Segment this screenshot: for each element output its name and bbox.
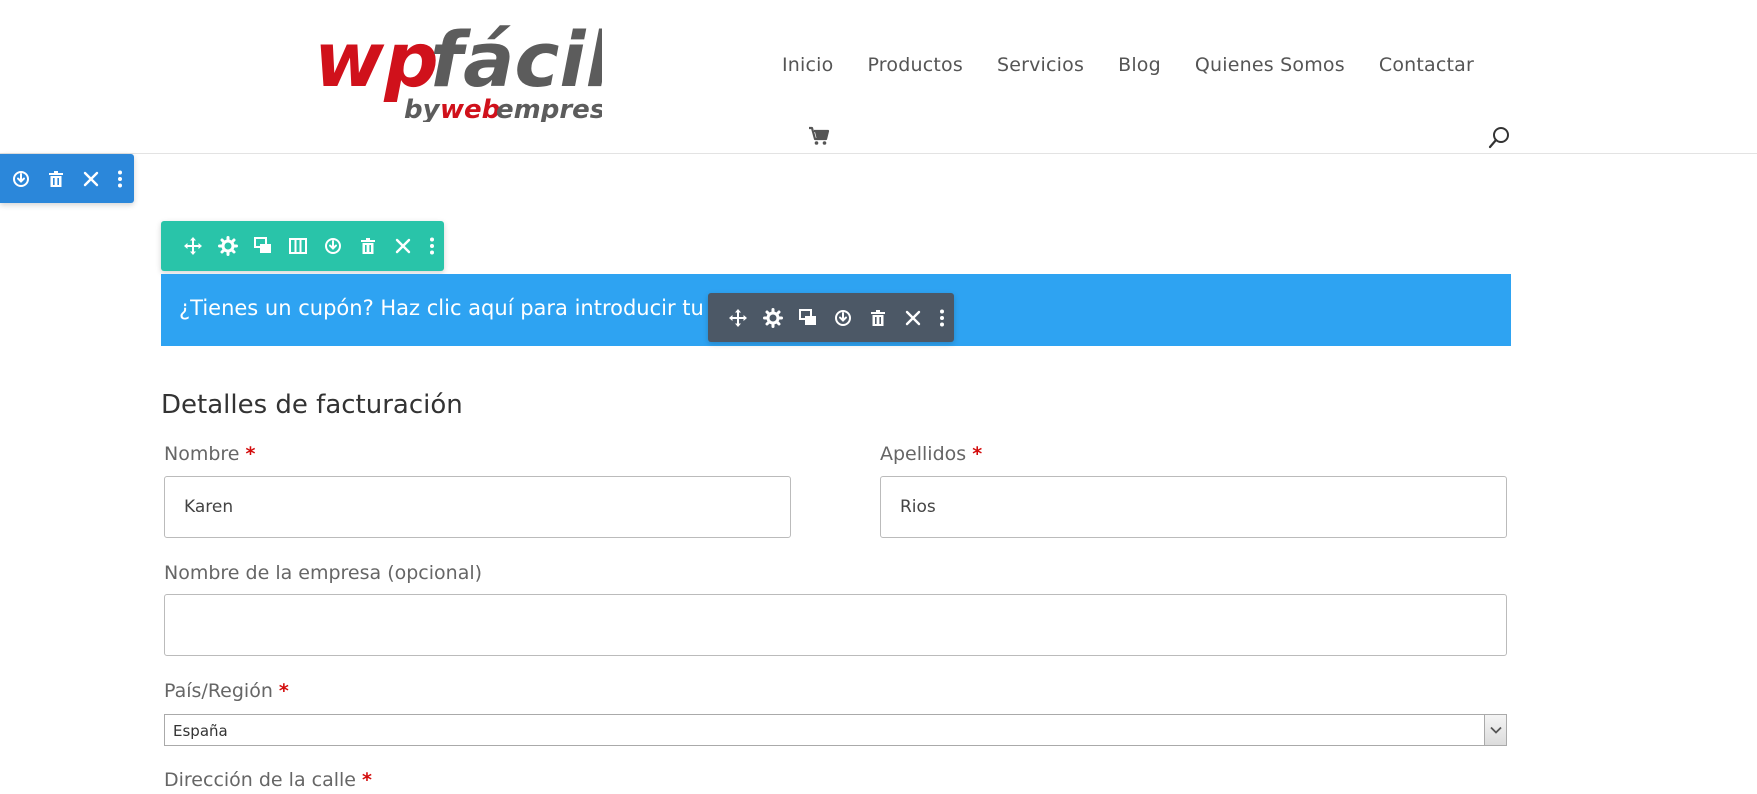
nav-inicio[interactable]: Inicio — [782, 54, 833, 76]
svg-text:wp: wp — [314, 15, 439, 104]
country-select[interactable]: España — [164, 714, 1507, 746]
trash-icon — [870, 309, 885, 326]
row-duplicate-button[interactable] — [245, 221, 280, 271]
country-label: País/Región * — [164, 680, 289, 702]
nav-blog[interactable]: Blog — [1118, 54, 1161, 76]
row-toolbar — [161, 221, 444, 271]
section-toolbar — [0, 154, 134, 203]
more-icon — [118, 170, 122, 187]
row-save-button[interactable] — [315, 221, 350, 271]
company-input[interactable] — [164, 594, 1507, 656]
coupon-text[interactable]: ¿Tienes un cupón? Haz clic aquí para int… — [179, 296, 780, 320]
row-move-button[interactable] — [175, 221, 210, 271]
nav-productos[interactable]: Productos — [867, 54, 962, 76]
wpfacil-logo[interactable]: wp fácil by web empresa — [312, 10, 602, 122]
module-toolbar — [708, 293, 954, 342]
first-name-input[interactable] — [164, 476, 791, 538]
close-icon — [83, 171, 98, 186]
section-delete-button[interactable] — [38, 154, 73, 203]
last-name-label: Apellidos * — [880, 443, 983, 465]
row-close-button[interactable] — [385, 221, 420, 271]
save-icon — [324, 238, 341, 254]
required-mark: * — [972, 443, 983, 465]
svg-text:web: web — [440, 95, 500, 122]
move-icon — [728, 308, 747, 327]
svg-text:by: by — [404, 95, 441, 122]
module-settings-button[interactable] — [755, 293, 790, 342]
close-icon — [395, 238, 410, 254]
nav-contactar[interactable]: Contactar — [1379, 54, 1474, 76]
columns-icon — [288, 238, 307, 254]
last-name-input[interactable] — [880, 476, 1507, 538]
row-delete-button[interactable] — [350, 221, 385, 271]
save-icon — [12, 170, 29, 187]
country-select-value: España — [173, 722, 228, 740]
close-icon — [905, 310, 920, 325]
module-close-button[interactable] — [895, 293, 930, 342]
module-move-button[interactable] — [720, 293, 755, 342]
more-icon — [430, 237, 434, 255]
site-header: wp fácil by web empresa Inicio Productos… — [0, 0, 1757, 154]
svg-text:empresa: empresa — [496, 95, 602, 122]
company-label: Nombre de la empresa (opcional) — [164, 562, 483, 584]
trash-icon — [48, 170, 63, 187]
save-icon — [834, 309, 851, 326]
required-mark: * — [362, 769, 372, 791]
required-mark: * — [245, 443, 256, 465]
section-more-button[interactable] — [108, 154, 132, 203]
move-icon — [183, 237, 202, 255]
street-label: Dirección de la calle * — [164, 769, 372, 791]
row-settings-button[interactable] — [210, 221, 245, 271]
duplicate-icon — [253, 237, 271, 253]
cart-icon[interactable] — [808, 126, 830, 146]
gear-icon — [762, 307, 783, 328]
first-name-label: Nombre * — [164, 443, 256, 465]
chevron-down-icon — [1489, 726, 1502, 734]
section-save-button[interactable] — [3, 154, 38, 203]
row-more-button[interactable] — [420, 221, 444, 271]
gear-icon — [217, 236, 238, 256]
row-columns-button[interactable] — [280, 221, 315, 271]
trash-icon — [360, 238, 375, 254]
nav-quienes-somos[interactable]: Quienes Somos — [1195, 54, 1345, 76]
module-more-button[interactable] — [930, 293, 954, 342]
more-icon — [940, 309, 944, 326]
billing-heading: Detalles de facturación — [161, 390, 463, 420]
select-arrow[interactable] — [1484, 715, 1506, 745]
section-close-button[interactable] — [73, 154, 108, 203]
module-save-button[interactable] — [825, 293, 860, 342]
search-icon[interactable] — [1487, 126, 1511, 150]
main-nav: Inicio Productos Servicios Blog Quienes … — [782, 54, 1508, 76]
module-duplicate-button[interactable] — [790, 293, 825, 342]
duplicate-icon — [798, 308, 816, 325]
module-delete-button[interactable] — [860, 293, 895, 342]
required-mark: * — [278, 680, 289, 702]
nav-servicios[interactable]: Servicios — [997, 54, 1084, 76]
svg-text:fácil: fácil — [430, 15, 602, 104]
